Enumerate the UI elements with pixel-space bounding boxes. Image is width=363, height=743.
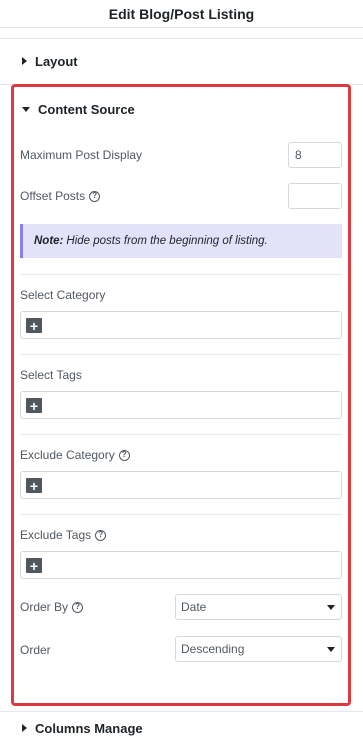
exclude-tags-field[interactable]: + [20, 551, 342, 579]
order-by-label: Order By ? [20, 600, 84, 614]
order-value: Descending [181, 642, 245, 656]
order-by-select[interactable]: Date [175, 594, 342, 620]
section-content-source-label: Content Source [38, 101, 135, 117]
order-by-value: Date [181, 600, 207, 614]
help-icon[interactable]: ? [95, 529, 107, 541]
select-tags-label: Select Tags [20, 368, 82, 382]
section-content-source-toggle[interactable]: Content Source [22, 100, 135, 118]
note-prefix: Note: [34, 235, 64, 247]
chevron-down-icon [327, 647, 335, 652]
select-category-label: Select Category [20, 288, 106, 302]
select-category-field[interactable]: + [20, 311, 342, 339]
add-icon[interactable]: + [26, 398, 42, 413]
max-post-display-input[interactable] [288, 142, 342, 168]
section-layout-toggle[interactable]: Layout [22, 46, 78, 76]
select-tags-field[interactable]: + [20, 391, 342, 419]
order-label: Order [20, 643, 51, 657]
help-icon[interactable]: ? [89, 190, 101, 202]
caret-down-icon [22, 106, 30, 112]
caret-right-icon [22, 724, 27, 732]
caret-right-icon [22, 57, 27, 65]
divider [20, 274, 342, 275]
exclude-category-field[interactable]: + [20, 471, 342, 499]
divider [20, 354, 342, 355]
add-icon[interactable]: + [26, 558, 42, 573]
add-icon[interactable]: + [26, 478, 42, 493]
add-icon[interactable]: + [26, 318, 42, 333]
chevron-down-icon [327, 605, 335, 610]
section-columns-manage-toggle[interactable]: Columns Manage [22, 719, 143, 737]
max-post-display-label: Maximum Post Display [20, 148, 143, 162]
offset-posts-label: Offset Posts ? [20, 189, 101, 203]
divider [20, 434, 342, 435]
help-icon[interactable]: ? [72, 601, 84, 613]
exclude-tags-label: Exclude Tags ? [20, 528, 107, 542]
note-text: Hide posts from the beginning of listing… [66, 235, 268, 247]
panel-title: Edit Blog/Post Listing [108, 5, 255, 22]
help-icon[interactable]: ? [118, 449, 130, 461]
divider [0, 38, 363, 39]
panel-header: Edit Blog/Post Listing [0, 0, 363, 28]
offset-posts-input[interactable] [288, 183, 342, 209]
exclude-category-label: Exclude Category ? [20, 448, 130, 462]
section-columns-manage-label: Columns Manage [35, 720, 143, 736]
divider [0, 711, 363, 712]
section-layout-label: Layout [35, 53, 78, 69]
order-select[interactable]: Descending [175, 636, 342, 662]
offset-note: Note: Hide posts from the beginning of l… [20, 224, 342, 258]
divider [20, 514, 342, 515]
